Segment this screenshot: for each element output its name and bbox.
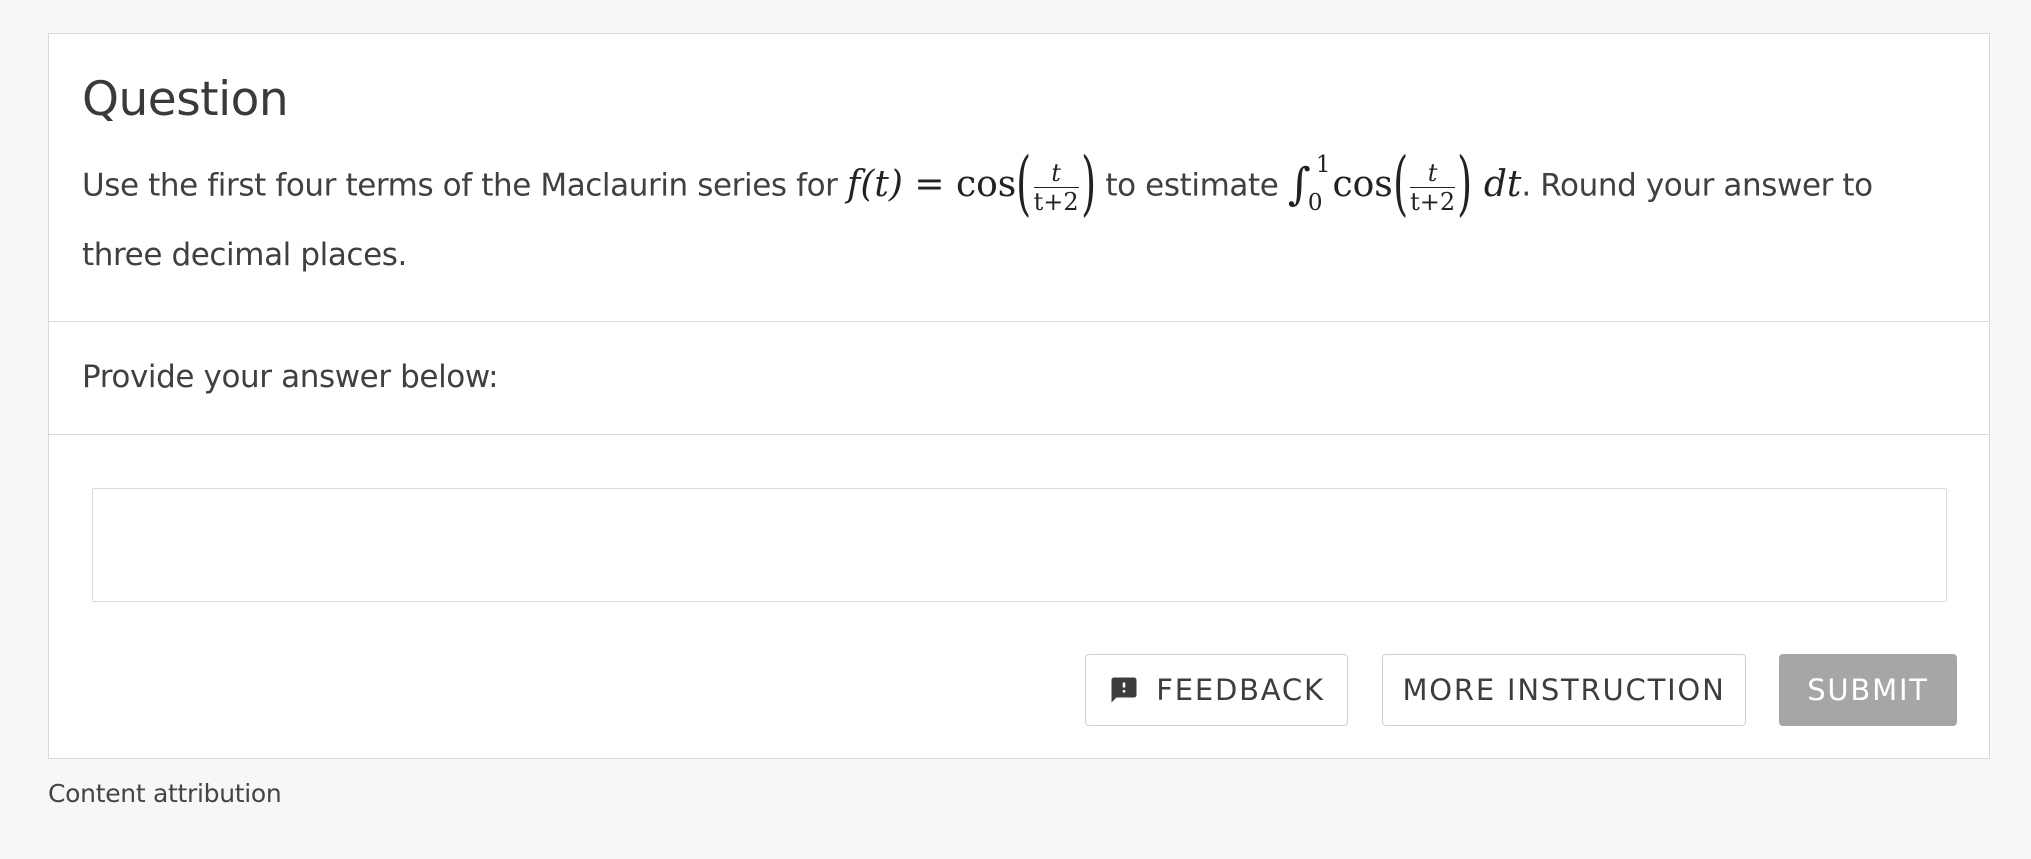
question-text-middle: to estimate [1105, 167, 1279, 204]
math-right-paren: ) [1080, 142, 1096, 224]
submit-label: SUBMIT [1807, 673, 1929, 707]
question-line-2: three decimal places. [82, 237, 407, 273]
math-frac-num: t [1033, 160, 1079, 188]
math-frac-den-2: t+2 [1410, 187, 1456, 216]
math-int-lower: 0 [1307, 190, 1323, 216]
submit-button[interactable]: SUBMIT [1779, 654, 1957, 726]
math-integral-limits: 10 [1308, 153, 1331, 215]
content-attribution-link[interactable]: Content attribution [48, 779, 282, 808]
question-text-after: . Round your answer to [1521, 167, 1873, 204]
answer-input[interactable] [92, 488, 1947, 602]
math-left-paren: ( [1016, 142, 1032, 224]
math-right-paren-2: ) [1457, 142, 1473, 224]
answer-prompt: Provide your answer below: [82, 359, 499, 395]
feedback-button-label: FEEDBACK [1156, 673, 1325, 707]
question-card: Question Use the first four terms of the… [48, 33, 1990, 759]
more-instruction-label: MORE INSTRUCTION [1402, 673, 1726, 707]
math-cos-2: cos [1332, 164, 1393, 205]
math-function-definition: f(t) = cos(t t+2) [847, 148, 1096, 222]
math-cos: cos [955, 164, 1017, 205]
math-fraction-2: t t+2 [1410, 160, 1456, 216]
question-section: Question Use the first four terms of the… [49, 34, 1989, 322]
question-text: Use the first four terms of the Maclauri… [82, 148, 1962, 288]
math-frac-num-2: t [1410, 160, 1456, 188]
math-left-paren-2: ( [1392, 142, 1408, 224]
math-fn-lhs: f(t) = [847, 164, 945, 205]
math-fraction: t t+2 [1033, 160, 1079, 216]
math-integral-expression: ∫ 1 0 cos(t t+2) dt [1288, 148, 1522, 222]
feedback-button[interactable]: FEEDBACK [1085, 654, 1348, 726]
question-text-before: Use the first four terms of the Maclauri… [82, 167, 838, 204]
math-dt: dt [1483, 164, 1522, 205]
feedback-icon [1111, 677, 1137, 703]
question-line-1: Use the first four terms of the Maclauri… [82, 148, 1962, 222]
math-frac-den: t+2 [1033, 187, 1079, 216]
answer-prompt-section: Provide your answer below: [49, 321, 1989, 435]
more-instruction-button[interactable]: MORE INSTRUCTION [1382, 654, 1746, 726]
math-int-upper: 1 [1315, 152, 1331, 178]
question-title: Question [82, 72, 289, 127]
